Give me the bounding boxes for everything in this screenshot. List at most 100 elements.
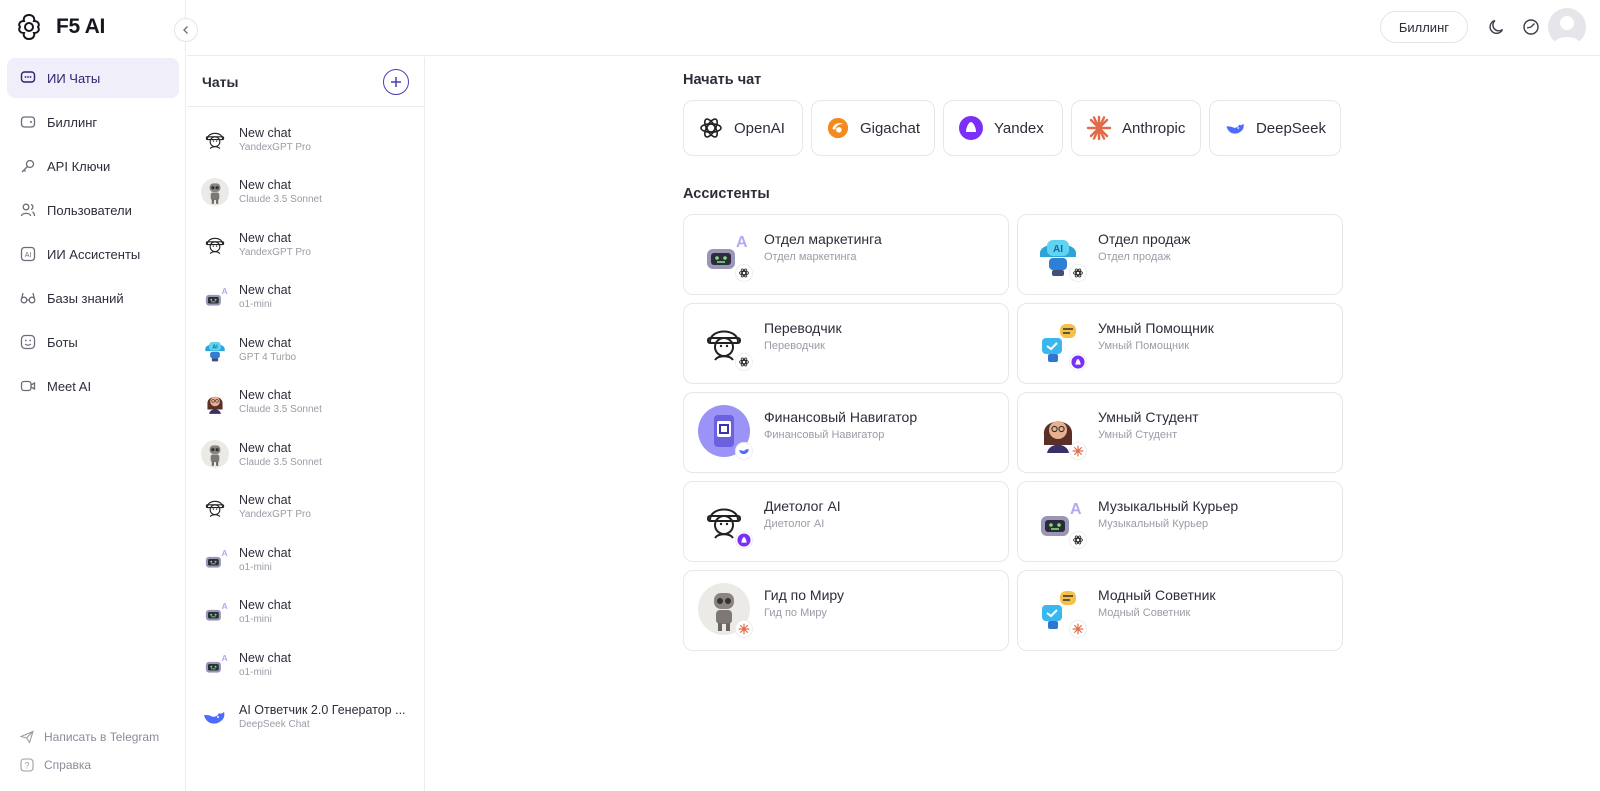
chat-avatar: AI [201,335,229,364]
dark-mode-toggle[interactable] [1486,16,1508,38]
start-chat-title: Начать чат [683,72,762,88]
telegram-link[interactable]: Написать в Telegram [20,725,159,749]
brand[interactable]: F5 AI [14,12,105,42]
assistant-avatar: A [698,227,752,281]
sidebar-item-label: Биллинг [47,114,98,130]
sidebar-item-label: API Ключи [47,158,111,174]
main-content: Начать чат OpenAI Gigachat Yandex Anthro… [683,72,1343,651]
chat-list: New chat YandexGPT Pro New chat Claude 3.5 … [187,107,424,743]
sidebar-item-users[interactable]: Пользователи [7,190,179,230]
assistant-card[interactable]: Модный Советник Модный Советник [1017,570,1343,651]
assistant-card[interactable]: Финансовый Навигатор Финансовый Навигатор [683,392,1009,473]
chat-model: YandexGPT Pro [239,509,311,521]
deepseek-badge-icon [736,443,752,459]
chat-list-item[interactable]: A New chat o1-mini [187,271,424,324]
assistant-name: Отдел маркетинга [764,231,882,247]
assistant-subtitle: Гид по Миру [764,607,827,619]
wallet-icon [19,113,37,131]
yandex-badge-icon [736,532,752,548]
chat-list-item[interactable]: New chat YandexGPT Pro [187,113,424,166]
model-card-gigachat[interactable]: Gigachat [811,100,935,156]
chat-list-item[interactable]: A New chat o1-mini [187,586,424,639]
gauge-icon [1523,19,1539,35]
chat-title: New chat [239,230,292,245]
svg-text:?: ? [24,761,29,771]
chats-title: Чаты [202,73,239,90]
chat-model: YandexGPT Pro [239,141,311,153]
status-button[interactable] [1520,16,1542,38]
assistant-card[interactable]: A Отдел маркетинга Отдел маркетинга [683,214,1009,295]
sidebar-item-api-keys[interactable]: API Ключи [7,146,179,186]
assistant-name: Умный Студент [1098,409,1199,425]
chat-list-item[interactable]: New chat YandexGPT Pro [187,218,424,271]
gigachat-icon [827,117,849,139]
model-card-yandex[interactable]: Yandex [943,100,1063,156]
chat-model: GPT 4 Turbo [239,351,297,363]
assistant-name: Отдел продаж [1098,231,1191,247]
chat-list-item[interactable]: A New chat o1-mini [187,533,424,586]
model-card-anthropic[interactable]: Anthropic [1071,100,1201,156]
users-icon [19,201,37,219]
new-chat-button[interactable] [383,68,409,95]
chat-model: Claude 3.5 Sonnet [239,194,322,206]
sidebar-footer: Написать в Telegram ? Справка [20,721,159,777]
assistant-subtitle: Умный Помощник [1098,340,1190,352]
assistant-card[interactable]: Гид по Миру Гид по Миру [683,570,1009,651]
top-header: Биллинг [187,0,1600,56]
assistant-subtitle: Умный Студент [1098,429,1178,441]
assistant-subtitle: Отдел маркетинга [764,251,857,263]
help-link[interactable]: ? Справка [20,753,159,777]
svg-text:A: A [1070,501,1082,518]
chat-list-item[interactable]: New chat Claude 3.5 Sonnet [187,428,424,481]
assistant-text: Гид по Миру Гид по Миру [764,583,844,619]
sidebar-item-label: ИИ Ассистенты [47,246,141,262]
sidebar-item-ai-assistants[interactable]: AI ИИ Ассистенты [7,234,179,274]
assistant-card[interactable]: Умный Студент Умный Студент [1017,392,1343,473]
assistant-subtitle: Диетолог AI [764,518,825,530]
assistant-text: Умный Помощник Умный Помощник [1098,316,1214,352]
assistant-avatar [1032,405,1086,459]
model-label: OpenAI [734,119,785,137]
model-card-deepseek[interactable]: DeepSeek [1209,100,1341,156]
chat-text: New chat o1-mini [239,546,411,573]
assistant-card[interactable]: Переводчик Переводчик [683,303,1009,384]
sidebar-item-knowledge-bases[interactable]: Базы знаний [7,278,179,318]
sidebar-item-bots[interactable]: Боты [7,322,179,362]
model-label: Yandex [994,119,1044,137]
chat-model: YandexGPT Pro [239,246,311,258]
openai-badge-icon [1070,532,1086,548]
telegram-label: Написать в Telegram [44,730,160,744]
sidebar-item-meet-ai[interactable]: Meet AI [7,366,179,406]
billing-button[interactable]: Биллинг [1379,11,1468,43]
svg-text:AI: AI [1053,244,1063,255]
chat-model: o1-mini [239,561,272,573]
assistant-subtitle: Модный Советник [1098,607,1191,619]
assistant-text: Переводчик Переводчик [764,316,842,352]
assistant-card[interactable]: A Музыкальный Курьер Музыкальный Курьер [1017,481,1343,562]
chat-list-item[interactable]: AI Ответчик 2.0 Генератор ... DeepSeek Ch… [187,691,424,744]
chat-list-item[interactable]: AI New chat GPT 4 Turbo [187,323,424,376]
chat-avatar [201,230,229,259]
model-card-openai[interactable]: OpenAI [683,100,803,156]
chat-text: New chat YandexGPT Pro [239,126,411,153]
chat-model: o1-mini [239,614,272,626]
assistant-subtitle: Отдел продаж [1098,251,1171,263]
collapse-sidebar-button[interactable] [174,18,198,42]
sidebar-item-ai-chats[interactable]: ИИ Чаты [7,58,179,98]
chat-list-item[interactable]: New chat YandexGPT Pro [187,481,424,534]
chat-text: New chat GPT 4 Turbo [239,336,411,363]
user-avatar[interactable] [1548,8,1586,46]
sidebar-item-label: Боты [47,334,78,350]
chat-list-item[interactable]: New chat Claude 3.5 Sonnet [187,376,424,429]
chat-list-item[interactable]: A New chat o1-mini [187,638,424,691]
chat-avatar [201,492,229,521]
assistant-card[interactable]: Умный Помощник Умный Помощник [1017,303,1343,384]
sidebar-item-billing[interactable]: Биллинг [7,102,179,142]
assistant-card[interactable]: AI Отдел продаж Отдел продаж [1017,214,1343,295]
chat-list-item[interactable]: New chat Claude 3.5 Sonnet [187,166,424,219]
assistant-avatar [698,316,752,370]
chat-avatar: A [201,545,229,574]
svg-text:A: A [221,286,227,296]
chat-text: New chat YandexGPT Pro [239,231,411,258]
assistant-card[interactable]: Диетолог AI Диетолог AI [683,481,1009,562]
